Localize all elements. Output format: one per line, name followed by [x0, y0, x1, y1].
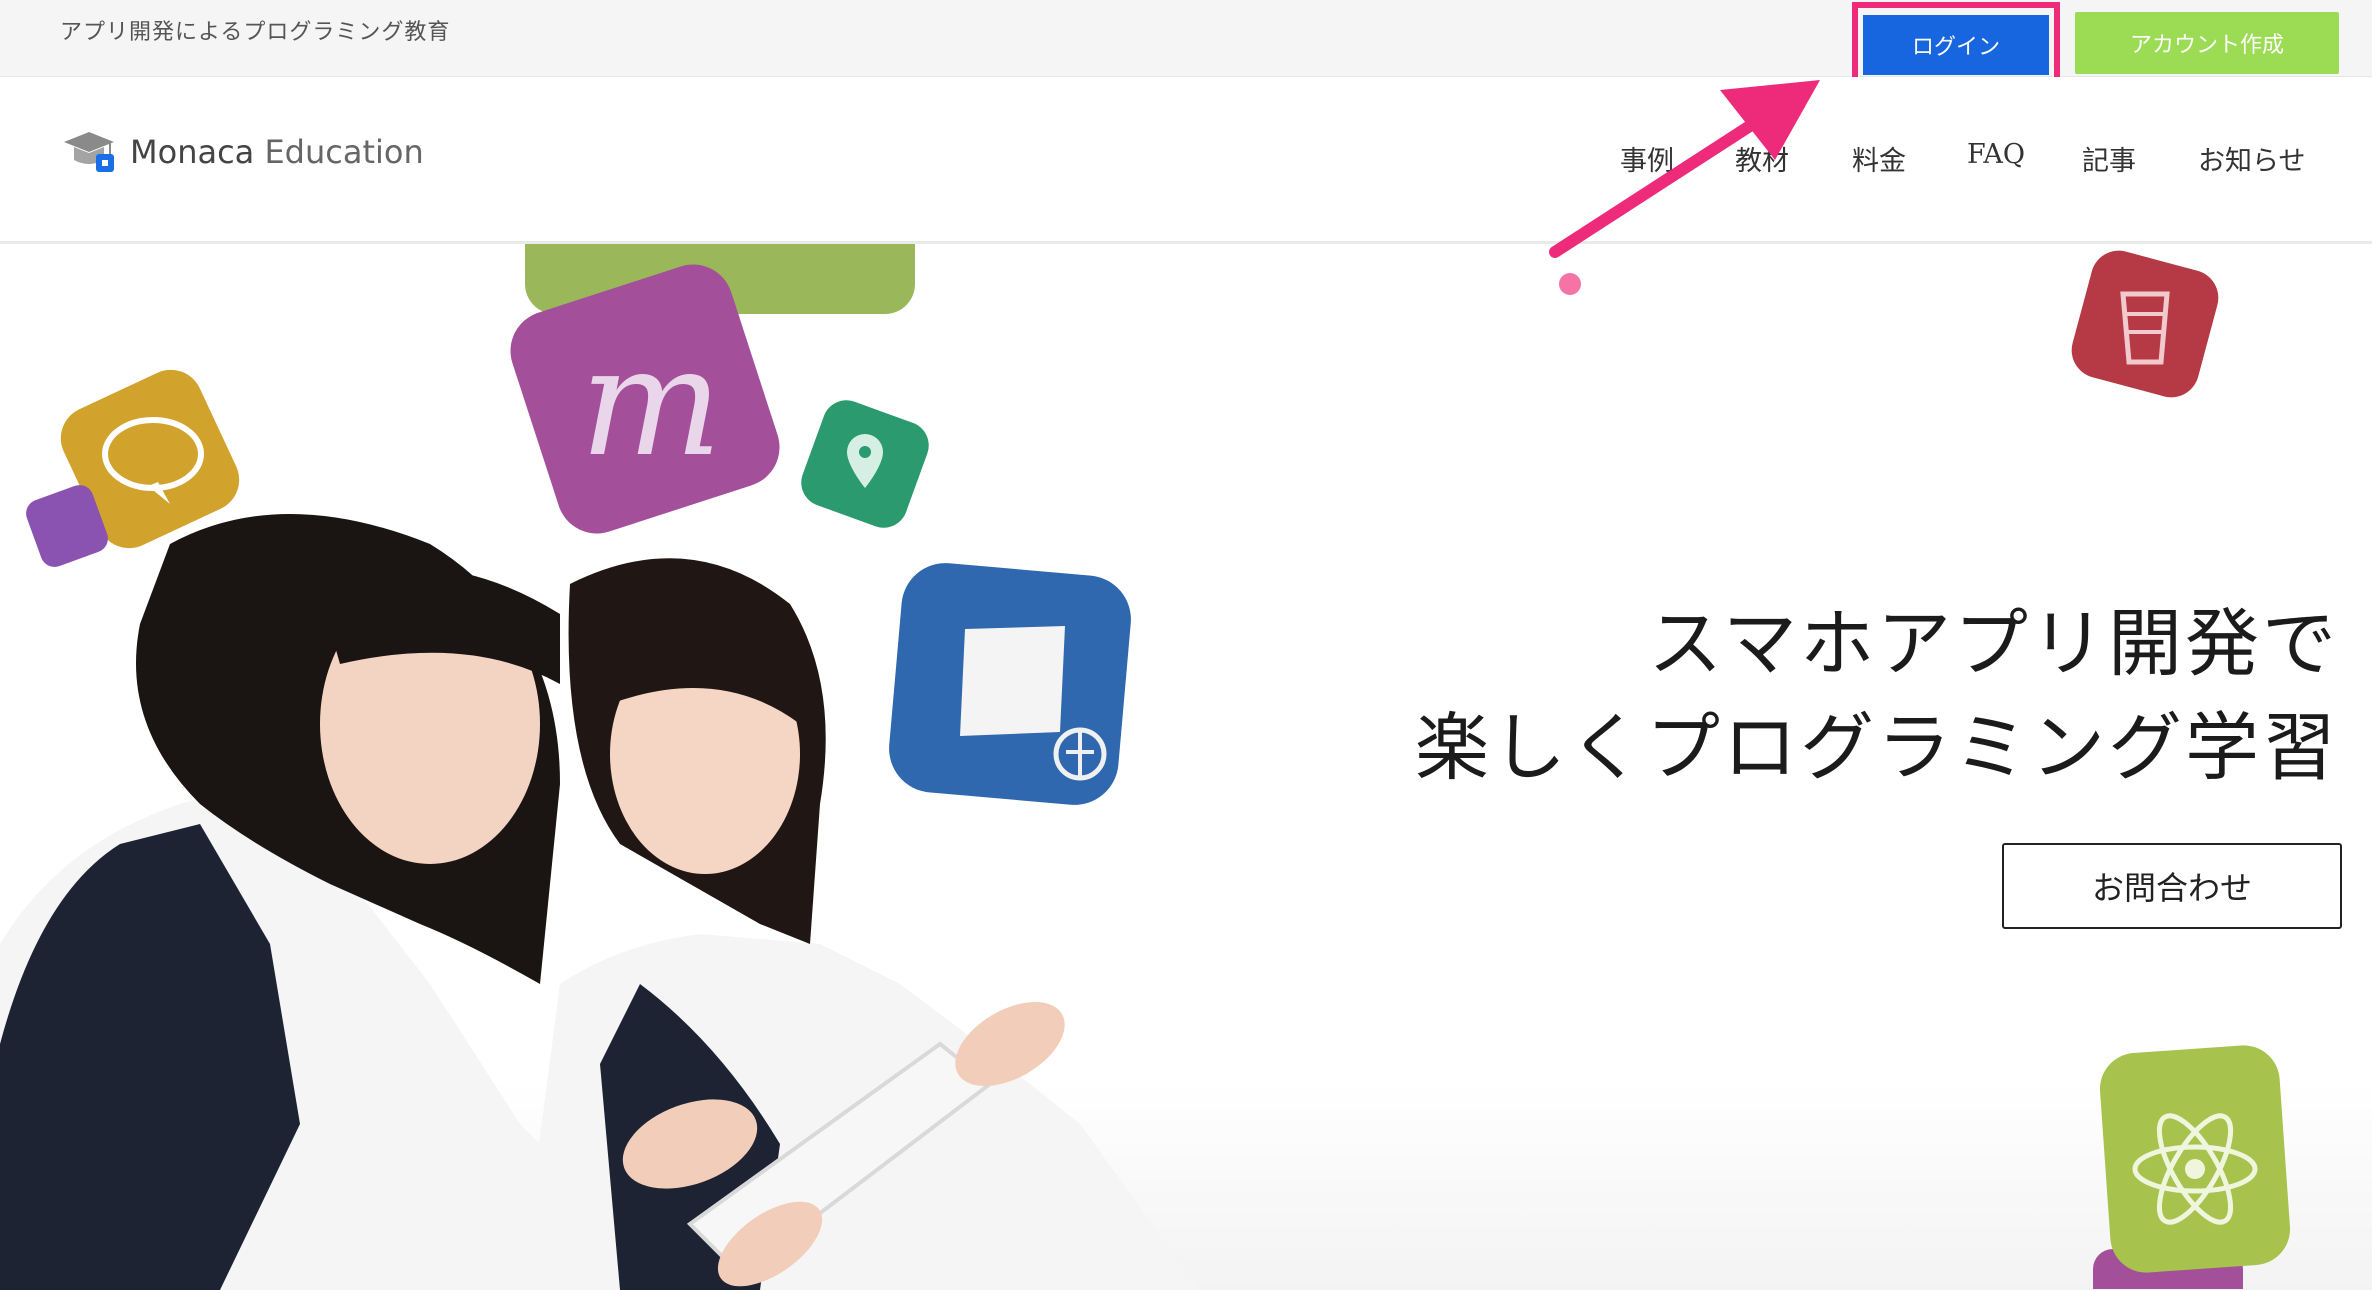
main-nav: 事例 教材 料金 FAQ 記事 お知らせ [0, 139, 2372, 179]
students-tablet-photo [0, 514, 1200, 1290]
cup-app-icon [2071, 250, 2219, 398]
nav-item-news[interactable]: お知らせ [2198, 139, 2305, 178]
hero-title: スマホアプリ開発で 楽しくプログラミング学習 [1415, 592, 2339, 800]
nav-item-pricing[interactable]: 料金 [1852, 139, 1906, 178]
hero-title-line-1: スマホアプリ開発で [1648, 601, 2339, 687]
nav-item-materials[interactable]: 教材 [1735, 139, 1789, 178]
tagline: アプリ開発によるプログラミング教育 [60, 20, 451, 45]
hero-title-line-2: 楽しくプログラミング学習 [1415, 705, 2339, 791]
nav-item-faq[interactable]: FAQ [1967, 139, 2025, 170]
login-button[interactable]: ログイン [1863, 15, 2049, 75]
top-bar: アプリ開発によるプログラミング教育 ログイン アカウント作成 [0, 0, 2372, 88]
contact-button[interactable]: お問合わせ [2002, 843, 2342, 929]
login-highlight-box: ログイン [1852, 2, 2060, 88]
hero-section: m スマホアプリ開発で 楽しくプログラミング学習 お問合わせ [0, 244, 2372, 1290]
atom-app-icon [2093, 1045, 2291, 1289]
nav-item-cases[interactable]: 事例 [1620, 139, 1674, 178]
nav-item-articles[interactable]: 記事 [2082, 139, 2136, 178]
create-account-button[interactable]: アカウント作成 [2075, 12, 2339, 74]
site-header: Monaca Education 事例 教材 料金 FAQ 記事 お知らせ [0, 77, 2372, 244]
